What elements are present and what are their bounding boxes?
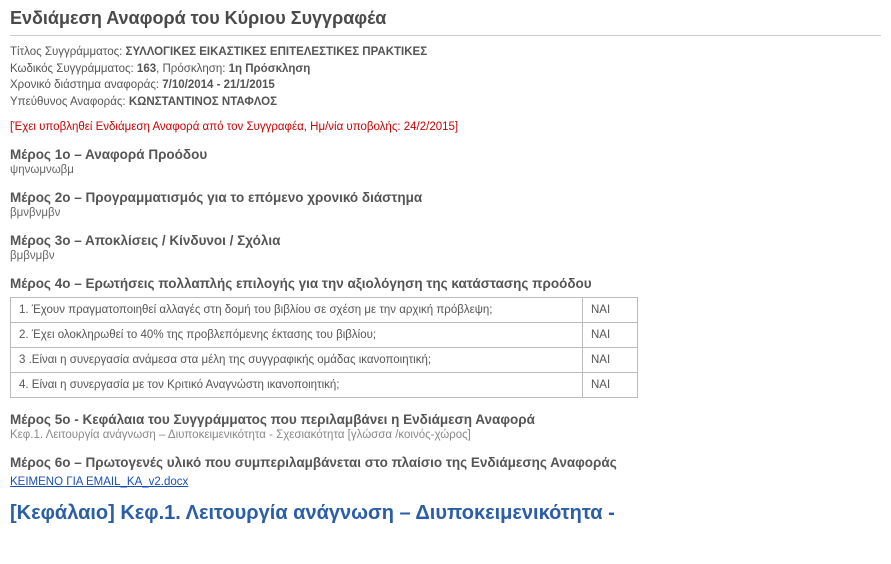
meta-value: ΚΩΝΣΤΑΝΤΙΝΟΣ ΝΤΑΦΛΟΣ — [129, 96, 277, 108]
meta-label: Χρονικό διάστημα αναφοράς: — [10, 79, 159, 91]
meta-label: Τίτλος Συγγράμματος: — [10, 46, 122, 58]
meta-line-title: Τίτλος Συγγράμματος: ΣΥΛΛΟΓΙΚΕΣ ΕΙΚΑΣΤΙΚ… — [10, 44, 881, 61]
page-title: Ενδιάμεση Αναφορά του Κύριου Συγγραφέα — [10, 8, 881, 29]
section-6-heading: Μέρος 6ο – Πρωτογενές υλικό που συμπεριλ… — [10, 455, 881, 470]
questions-table: 1. Έχουν πραγματοποιηθεί αλλαγές στη δομ… — [10, 297, 638, 398]
section-1-heading: Μέρος 1ο – Αναφορά Προόδου — [10, 147, 881, 162]
meta-value: ΣΥΛΛΟΓΙΚΕΣ ΕΙΚΑΣΤΙΚΕΣ ΕΠΙΤΕΛΕΣΤΙΚΕΣ ΠΡΑΚ… — [126, 46, 428, 58]
answer-cell: ΝΑΙ — [583, 347, 638, 372]
chapter-heading: [Κεφάλαιο] Κεφ.1. Λειτουργία ανάγνωση – … — [10, 502, 881, 525]
answer-cell: ΝΑΙ — [583, 372, 638, 397]
meta-value: 7/10/2014 - 21/1/2015 — [162, 79, 275, 91]
meta-value: 1η Πρόσκληση — [229, 63, 311, 75]
table-row: 2. Έχει ολοκληρωθεί το 40% της προβλεπόμ… — [11, 322, 638, 347]
metadata-block: Τίτλος Συγγράμματος: ΣΥΛΛΟΓΙΚΕΣ ΕΙΚΑΣΤΙΚ… — [10, 44, 881, 111]
meta-value: 163 — [137, 63, 156, 75]
meta-line-code: Κωδικός Συγγράμματος: 163, Πρόσκληση: 1η… — [10, 61, 881, 78]
meta-label: Πρόσκληση: — [163, 63, 226, 75]
answer-cell: ΝΑΙ — [583, 322, 638, 347]
question-cell: 4. Είναι η συνεργασία με τον Κριτικό Ανα… — [11, 372, 583, 397]
section-3-heading: Μέρος 3ο – Αποκλίσεις / Κίνδυνοι / Σχόλι… — [10, 233, 881, 248]
question-cell: 3 .Είναι η συνεργασία ανάμεσα στα μέλη τ… — [11, 347, 583, 372]
meta-line-period: Χρονικό διάστημα αναφοράς: 7/10/2014 - 2… — [10, 77, 881, 94]
section-5-heading: Μέρος 5ο - Κεφάλαια του Συγγράμματος που… — [10, 412, 881, 427]
table-row: 1. Έχουν πραγματοποιηθεί αλλαγές στη δομ… — [11, 297, 638, 322]
meta-label: Κωδικός Συγγράμματος: — [10, 63, 134, 75]
section-3-body: βμβνμβν — [10, 250, 881, 262]
question-cell: 1. Έχουν πραγματοποιηθεί αλλαγές στη δομ… — [11, 297, 583, 322]
table-row: 4. Είναι η συνεργασία με τον Κριτικό Ανα… — [11, 372, 638, 397]
table-row: 3 .Είναι η συνεργασία ανάμεσα στα μέλη τ… — [11, 347, 638, 372]
divider — [10, 35, 881, 36]
answer-cell: ΝΑΙ — [583, 297, 638, 322]
meta-line-responsible: Υπεύθυνος Αναφοράς: ΚΩΝΣΤΑΝΤΙΝΟΣ ΝΤΑΦΛΟΣ — [10, 94, 881, 111]
file-link[interactable]: ΚΕΙΜΕΝΟ ΓΙΑ EMAIL_KA_v2.docx — [10, 476, 188, 488]
section-5-sub: Κεφ.1. Λειτουργία ανάγνωση – Διυποκειμεν… — [10, 429, 881, 441]
section-1-body: ψηνωμνωβμ — [10, 164, 881, 176]
section-4-heading: Μέρος 4ο – Ερωτήσεις πολλαπλής επιλογής … — [10, 276, 881, 291]
section-2-heading: Μέρος 2ο – Προγραμματισμός για το επόμεν… — [10, 190, 881, 205]
question-cell: 2. Έχει ολοκληρωθεί το 40% της προβλεπόμ… — [11, 322, 583, 347]
submission-notice: [Έχει υποβληθεί Ενδιάμεση Αναφορά από το… — [10, 121, 881, 133]
meta-label: Υπεύθυνος Αναφοράς: — [10, 96, 126, 108]
section-2-body: βμνβνμβν — [10, 207, 881, 219]
